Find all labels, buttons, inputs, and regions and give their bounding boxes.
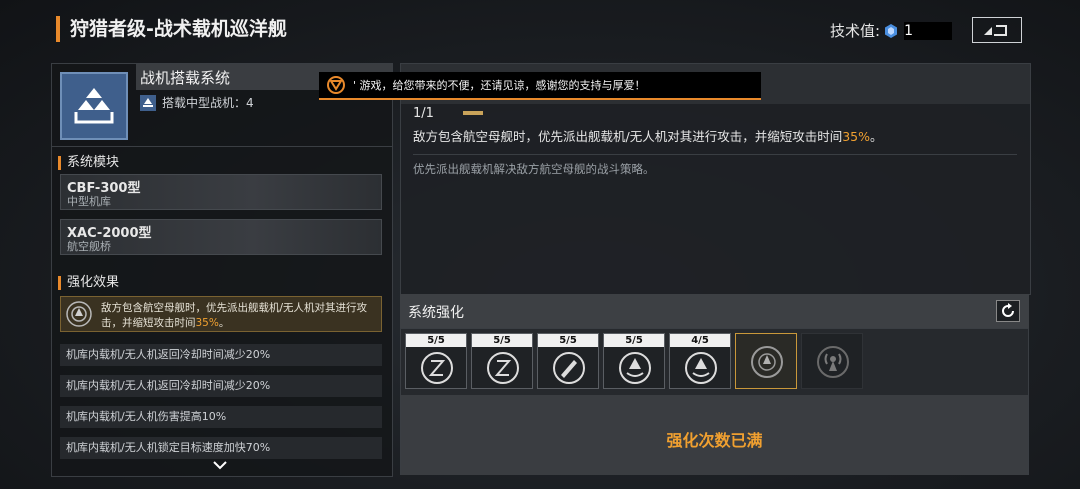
buff-row: 机库内载机/无人机锁定目标速度加快70% <box>60 437 382 459</box>
capacity-text: 搭载中型战机：4 <box>162 96 254 110</box>
module-type: 航空舰桥 <box>67 240 111 253</box>
enhance-slot[interactable]: 5/5 <box>603 333 665 389</box>
slot-count: 5/5 <box>604 334 664 347</box>
buff-row: 机库内载机/无人机返回冷却时间减少20% <box>60 344 382 366</box>
back-icon <box>984 25 1007 36</box>
enhance-title: 系统强化 <box>408 305 464 321</box>
notice-text: ' 游戏，给您带来的不便，还请见谅，感谢您的支持与厚爱！ <box>353 79 646 92</box>
detail-flavor-text: 优先派出舰载机解决敌方航空母舰的战斗策略。 <box>413 162 655 176</box>
enhance-body: 5/5 5/5 5/5 5/5 4/5 强化次数已满 <box>400 328 1029 475</box>
tech-label: 技术值: <box>830 22 881 40</box>
enhance-maxed-label: 强化次数已满 <box>666 431 763 450</box>
fighter-icon <box>140 94 156 111</box>
slot-count: 4/5 <box>670 334 730 347</box>
enhance-slot[interactable]: 4/5 <box>669 333 731 389</box>
cooldown-icon <box>421 352 453 384</box>
effect-level: 1/1 <box>413 106 434 121</box>
module-type: 中型机库 <box>67 195 111 208</box>
tech-value: 1 <box>904 21 953 40</box>
tech-value-display: 技术值: 1 <box>830 20 953 41</box>
speed-icon <box>619 352 651 384</box>
enhance-slot[interactable]: 5/5 <box>537 333 599 389</box>
modules-section-header: 系统模块 <box>58 156 119 170</box>
page-title: 狩猎者级-战术载机巡洋舰 <box>56 16 287 42</box>
tech-gem-icon <box>885 23 898 38</box>
enhance-slot[interactable]: 5/5 <box>471 333 533 389</box>
level-bar <box>463 111 483 115</box>
speed-icon <box>685 352 717 384</box>
damage-icon <box>553 352 585 384</box>
cooldown-icon <box>487 352 519 384</box>
notice-banner: ' 游戏，给您带来的不便，还请见谅，感谢您的支持与厚爱！ <box>319 72 761 100</box>
system-name: 战机搭载系统 <box>140 69 231 87</box>
system-capacity: 搭载中型战机：4 <box>140 94 254 111</box>
back-button[interactable] <box>972 17 1022 43</box>
buff-row: 机库内载机/无人机返回冷却时间减少20% <box>60 375 382 397</box>
module-item[interactable]: CBF-300型 中型机库 <box>60 174 382 210</box>
refresh-icon <box>1002 303 1014 317</box>
slot-count: 5/5 <box>472 334 532 347</box>
left-panel: 战机搭载系统 搭载中型战机：4 系统模块 CBF-300型 中型机库 XAC-2… <box>51 63 393 477</box>
main-effect-text: 敌方包含航空母舰时，优先派出舰载机/无人机对其进行攻击，并缩短攻击时间35%。 <box>101 302 368 329</box>
warning-icon <box>327 76 345 94</box>
slot-count: 5/5 <box>538 334 598 347</box>
enhance-slot-selected[interactable] <box>735 333 797 389</box>
main-effect-card[interactable]: 敌方包含航空母舰时，优先派出舰载机/无人机对其进行攻击，并缩短攻击时间35%。 <box>60 296 382 332</box>
enhance-slots: 5/5 5/5 5/5 5/5 4/5 <box>405 333 863 389</box>
radar-target-icon <box>66 301 92 327</box>
effects-section-header: 强化效果 <box>58 276 119 290</box>
module-item[interactable]: XAC-2000型 航空舰桥 <box>60 219 382 255</box>
signal-tower-icon <box>817 346 849 378</box>
detail-description: 敌方包含航空母舰时，优先派出舰载机/无人机对其进行攻击，并缩短攻击时间35%。 <box>413 129 883 144</box>
refresh-button[interactable] <box>996 300 1020 322</box>
buff-row: 机库内载机/无人机伤害提高10% <box>60 406 382 428</box>
divider <box>413 154 1017 155</box>
slot-count: 5/5 <box>406 334 466 347</box>
maxed-area: 强化次数已满 <box>401 395 1028 475</box>
enhance-slot[interactable]: 5/5 <box>405 333 467 389</box>
chevron-down-icon[interactable] <box>212 460 228 470</box>
carrier-system-icon <box>60 72 128 140</box>
radar-target-icon <box>751 346 783 378</box>
enhance-slot-locked[interactable] <box>801 333 863 389</box>
enhance-header: 系统强化 <box>400 294 1029 328</box>
